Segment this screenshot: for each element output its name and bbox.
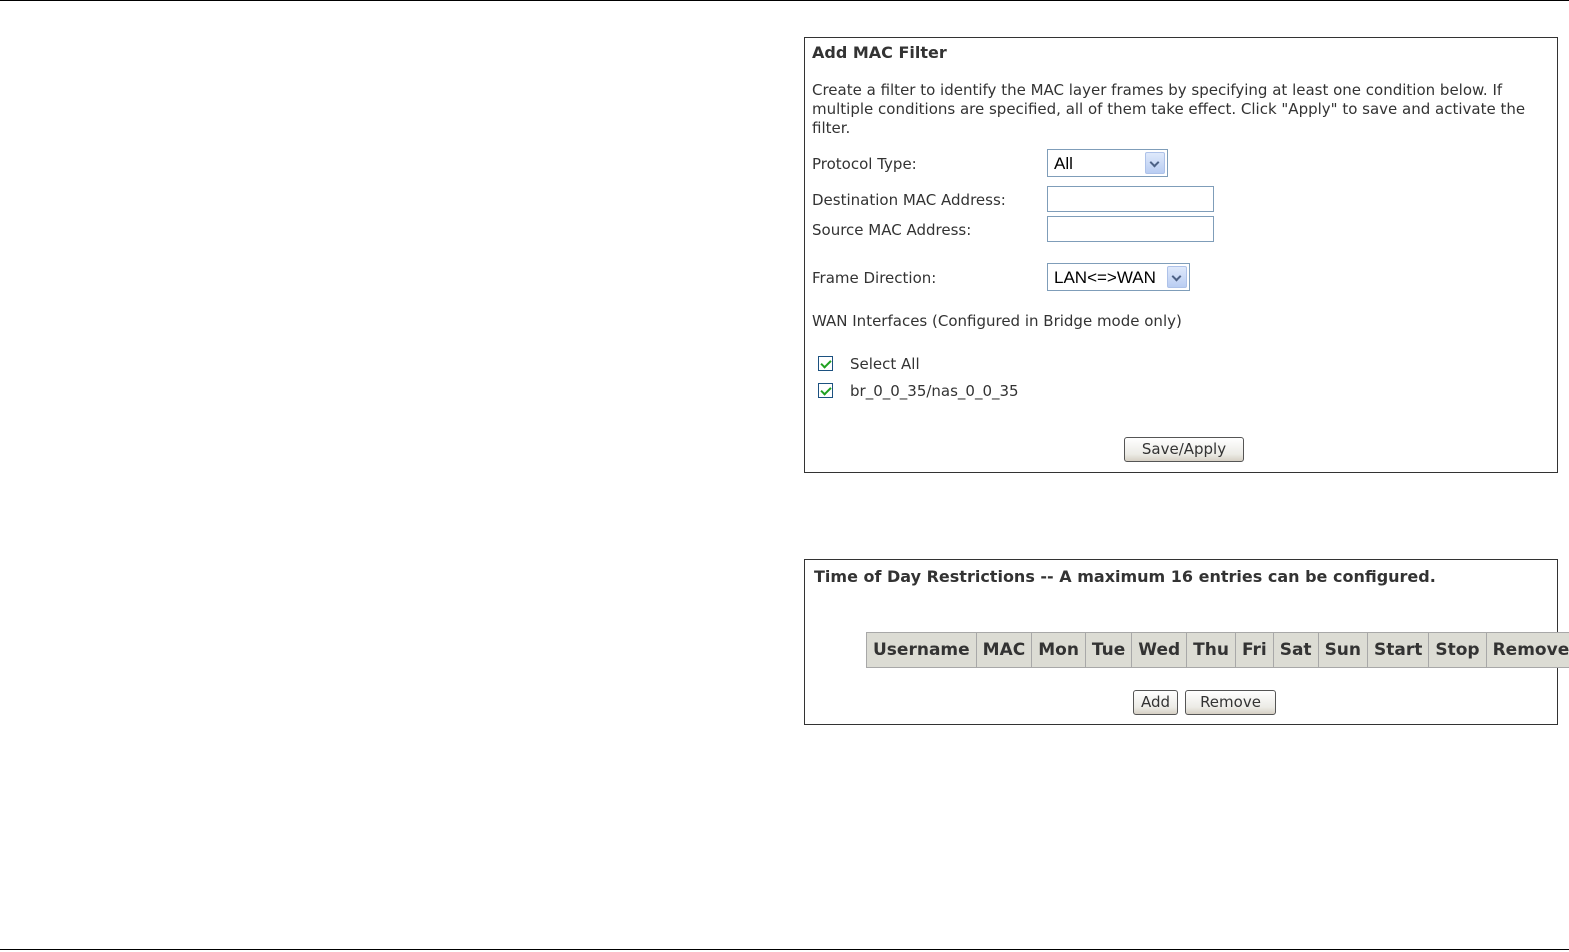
add-mac-filter-panel: Add MAC Filter Create a filter to identi… <box>804 37 1558 473</box>
panel-title: Time of Day Restrictions -- A maximum 16… <box>814 567 1436 586</box>
interface-checkbox[interactable] <box>818 383 833 398</box>
panel-description: Create a filter to identify the MAC laye… <box>812 81 1526 137</box>
bottom-rule <box>0 949 1569 950</box>
protocol-type-value: All <box>1054 154 1073 173</box>
destination-mac-label: Destination MAC Address: <box>812 191 1006 209</box>
protocol-type-select[interactable]: All <box>1047 149 1168 177</box>
time-of-day-panel: Time of Day Restrictions -- A maximum 16… <box>804 559 1569 725</box>
source-mac-input[interactable] <box>1047 216 1214 242</box>
panel-title: Add MAC Filter <box>812 43 947 62</box>
interface-label: br_0_0_35/nas_0_0_35 <box>850 382 1019 400</box>
frame-direction-select[interactable]: LAN<=>WAN <box>1047 263 1190 291</box>
column-header: Sun <box>1317 632 1369 668</box>
column-header: Fri <box>1234 632 1274 668</box>
table-header-row: Username MAC Mon Tue Wed Thu Fri Sat Sun… <box>866 632 1569 668</box>
column-header: Stop <box>1428 632 1487 668</box>
column-header: Thu <box>1186 632 1236 668</box>
remove-button[interactable]: Remove <box>1185 690 1276 715</box>
column-header: Mon <box>1031 632 1086 668</box>
source-mac-label: Source MAC Address: <box>812 221 972 239</box>
column-header: MAC <box>975 632 1033 668</box>
restrictions-table: Username MAC Mon Tue Wed Thu Fri Sat Sun… <box>866 632 1569 668</box>
chevron-down-icon <box>1145 152 1165 174</box>
protocol-type-label: Protocol Type: <box>812 155 917 173</box>
column-header: Tue <box>1084 632 1133 668</box>
frame-direction-value: LAN<=>WAN <box>1054 268 1156 287</box>
add-button[interactable]: Add <box>1133 690 1178 715</box>
column-header: Wed <box>1131 632 1188 668</box>
chevron-down-icon <box>1167 266 1187 288</box>
select-all-checkbox[interactable] <box>818 356 833 371</box>
destination-mac-input[interactable] <box>1047 186 1214 212</box>
column-header: Remove <box>1485 632 1569 668</box>
save-apply-button[interactable]: Save/Apply <box>1124 437 1244 462</box>
wan-interfaces-label: WAN Interfaces (Configured in Bridge mod… <box>812 312 1182 330</box>
top-rule <box>0 0 1569 1</box>
column-header: Sat <box>1272 632 1319 668</box>
column-header: Start <box>1367 632 1430 668</box>
select-all-label: Select All <box>850 355 920 373</box>
frame-direction-label: Frame Direction: <box>812 269 937 287</box>
column-header: Username <box>866 632 977 668</box>
